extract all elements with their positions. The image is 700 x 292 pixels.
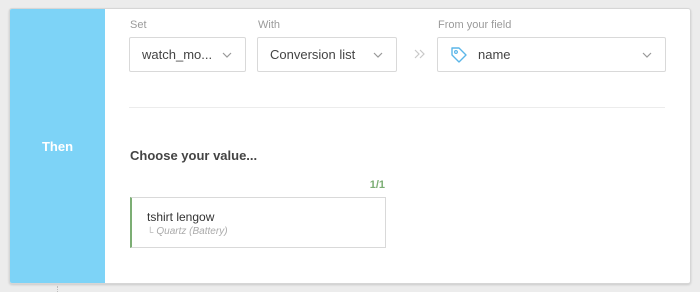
chevron-down-icon <box>641 49 653 61</box>
then-panel: Then <box>10 9 105 283</box>
then-label: Then <box>41 138 74 154</box>
double-chevron-right-icon <box>413 47 427 61</box>
tag-icon <box>450 46 468 64</box>
choice-sub-label: Quartz (Battery) <box>156 226 228 237</box>
connector-dots <box>57 286 58 292</box>
set-select[interactable]: watch_mo... <box>129 37 246 72</box>
choose-value-title: Choose your value... <box>130 148 258 163</box>
chevron-down-icon <box>372 49 384 61</box>
set-select-value: watch_mo... <box>142 47 213 62</box>
choice-sub-text: └ Quartz (Battery) <box>147 226 228 237</box>
chevron-down-icon <box>221 49 233 61</box>
with-select[interactable]: Conversion list <box>257 37 397 72</box>
from-field-select[interactable]: name <box>437 37 666 72</box>
with-select-value: Conversion list <box>270 47 356 62</box>
from-field-select-value: name <box>478 47 511 62</box>
value-counter: 1/1 <box>369 179 385 191</box>
with-label: With <box>258 19 280 31</box>
choice-main-text: tshirt lengow <box>147 210 215 224</box>
divider <box>129 107 665 108</box>
rule-card: Then Set watch_mo... With Conversion lis… <box>9 8 691 284</box>
from-field-label: From your field <box>438 19 512 31</box>
sub-item-arrow-icon: └ <box>147 226 154 237</box>
set-label: Set <box>130 19 147 31</box>
value-choice-card[interactable]: tshirt lengow └ Quartz (Battery) <box>130 197 386 248</box>
